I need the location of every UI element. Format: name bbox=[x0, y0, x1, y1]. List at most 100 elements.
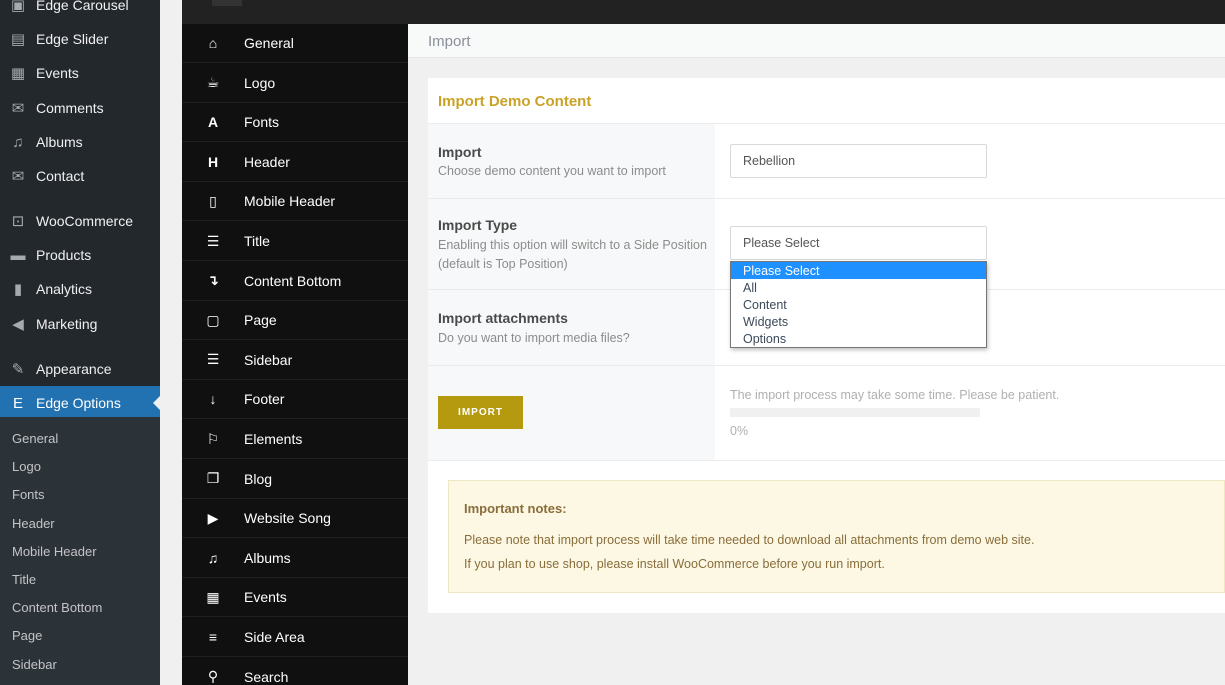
music-icon: ♫ bbox=[207, 549, 219, 566]
dropdown-option[interactable]: Options bbox=[731, 330, 986, 347]
edge-nav-label: Header bbox=[244, 153, 290, 170]
edge-nav-label: Title bbox=[244, 233, 270, 249]
wp-submenu-item[interactable]: Header bbox=[12, 516, 55, 531]
wp-menu-item[interactable]: ▣ Edge Carousel bbox=[0, 0, 160, 22]
dropdown-option[interactable]: All bbox=[731, 279, 986, 296]
edge-nav-label: Content Bottom bbox=[244, 272, 342, 289]
flag-icon: ⚐ bbox=[206, 430, 220, 447]
music-icon: ♫ bbox=[12, 133, 24, 151]
search-icon: ⚲ bbox=[207, 668, 219, 685]
wp-menu-label: Analytics bbox=[36, 281, 93, 297]
top-bar-tab[interactable] bbox=[212, 0, 242, 6]
import-type-select[interactable]: Please Select bbox=[730, 226, 987, 260]
wp-submenu-item[interactable]: Title bbox=[12, 572, 36, 587]
wp-menu-item[interactable]: ⊡ WooCommerce bbox=[0, 204, 160, 238]
edge-nav-item[interactable]: ↴ Content Bottom bbox=[182, 262, 408, 301]
dropdown-option[interactable]: Please Select bbox=[731, 262, 986, 279]
edge-nav-item[interactable]: ❐ Blog bbox=[182, 460, 408, 499]
calendar-icon: ▦ bbox=[10, 65, 26, 82]
edge-nav-item[interactable]: ☰ Sidebar bbox=[182, 341, 408, 380]
wp-menu-item[interactable]: ✉ Comments bbox=[0, 91, 160, 125]
import-type-desc: Enabling this option will switch to a Si… bbox=[438, 238, 707, 271]
edge-nav-item[interactable]: ▶ Website Song bbox=[182, 499, 408, 539]
edge-nav-label: Events bbox=[244, 589, 287, 606]
edge-nav-label: Blog bbox=[244, 470, 273, 487]
spacer bbox=[160, 0, 182, 685]
page-header: Import bbox=[408, 24, 1225, 58]
important-notes: Important notes: Please note that import… bbox=[448, 480, 1225, 593]
wp-menu-label: Appearance bbox=[36, 361, 112, 377]
edge-nav-label: Elements bbox=[244, 431, 303, 447]
wp-submenu-item[interactable]: Logo bbox=[12, 459, 41, 474]
wp-submenu: General Logo Fonts Header Mobile Header Title… bbox=[0, 417, 160, 685]
import-action-row: IMPORT The import process may take some … bbox=[428, 366, 1225, 461]
progress-percent: 0% bbox=[730, 424, 749, 438]
mail-icon: ✉ bbox=[11, 168, 25, 185]
import-label-col: Import Choose demo content you want to i… bbox=[428, 124, 715, 198]
edge-nav-item[interactable]: ≡ Side Area bbox=[182, 618, 408, 657]
main-content: Import Import Demo Content Import Choose… bbox=[408, 24, 1225, 685]
wp-menu-label: Albums bbox=[36, 134, 83, 150]
file-icon: ▢ bbox=[206, 311, 220, 328]
bars-icon: ≡ bbox=[208, 629, 218, 645]
edge-nav-item[interactable]: H Header bbox=[182, 143, 408, 182]
edge-nav-item[interactable]: A Fonts bbox=[182, 103, 408, 143]
edge-nav-label: Side Area bbox=[244, 629, 305, 645]
panel-title-text: Import Demo Content bbox=[438, 93, 592, 110]
attachments-desc: Do you want to import media files? bbox=[438, 331, 630, 345]
progress-text: The import process may take some time. P… bbox=[730, 388, 1060, 402]
wp-menu-item[interactable]: ♫ Albums bbox=[0, 125, 160, 159]
wp-submenu-item[interactable]: Fonts bbox=[12, 487, 45, 502]
header-icon: H bbox=[207, 153, 219, 170]
indent-icon: ☰ bbox=[206, 351, 220, 368]
wp-submenu-item[interactable]: General bbox=[12, 431, 58, 446]
play-circle-icon: ▶ bbox=[207, 509, 219, 526]
wp-menu-item[interactable]: ▤ Edge Slider bbox=[0, 22, 160, 56]
edge-nav-item[interactable]: ↓ Footer bbox=[182, 380, 408, 420]
wp-menu-item[interactable]: ✎ Appearance bbox=[0, 352, 160, 386]
demo-select[interactable]: Rebellion bbox=[730, 144, 987, 178]
edge-nav-label: Search bbox=[244, 668, 289, 685]
wp-menu-item[interactable]: ▦ Events bbox=[0, 56, 160, 90]
wp-menu-label: Marketing bbox=[36, 316, 98, 332]
wp-menu-item[interactable]: E Edge Options bbox=[0, 386, 160, 420]
progress-bar bbox=[730, 408, 980, 417]
woocommerce-icon: ⊡ bbox=[11, 213, 25, 230]
notes-title: Important notes: bbox=[464, 501, 567, 516]
wp-menu-label: Edge Carousel bbox=[36, 0, 129, 13]
edge-options-nav: ⌂ General ☕ Logo A Fonts H Header ▯ Mobile Header… bbox=[182, 24, 408, 685]
edge-nav-item[interactable]: ⚐ Elements bbox=[182, 420, 408, 459]
attachments-label-col: Import attachments Do you want to import… bbox=[428, 290, 715, 365]
dropdown-option[interactable]: Content bbox=[731, 296, 986, 313]
notes-line-2: If you plan to use shop, please install … bbox=[464, 557, 885, 571]
edge-nav-label: Logo bbox=[244, 74, 276, 91]
archive-icon: ▬ bbox=[10, 246, 26, 264]
wp-submenu-item[interactable]: Sidebar bbox=[12, 657, 57, 672]
level-down-icon: ↴ bbox=[207, 272, 219, 289]
wp-submenu-item[interactable]: Mobile Header bbox=[12, 544, 97, 559]
edge-nav-item[interactable]: ▯ Mobile Header bbox=[182, 182, 408, 222]
options-top-bar bbox=[182, 0, 1225, 24]
edge-nav-item[interactable]: ▢ Page bbox=[182, 301, 408, 341]
wp-submenu-item[interactable]: Page bbox=[12, 628, 42, 643]
edge-nav-label: Albums bbox=[244, 549, 291, 566]
dropdown-option[interactable]: Widgets bbox=[731, 313, 986, 330]
edge-nav-item[interactable]: ☰ Title bbox=[182, 222, 408, 261]
wp-menu-item[interactable]: ▮ Analytics bbox=[0, 272, 160, 306]
import-button[interactable]: IMPORT bbox=[438, 396, 523, 429]
edge-nav-item[interactable]: ⚲ Search bbox=[182, 658, 408, 685]
wp-submenu-item[interactable]: Content Bottom bbox=[12, 600, 102, 615]
paintbrush-icon: ✎ bbox=[11, 361, 25, 378]
bar-chart-icon: ▮ bbox=[13, 281, 23, 298]
edge-nav-item[interactable]: ♫ Albums bbox=[182, 539, 408, 578]
edge-nav-item[interactable]: ▦ Events bbox=[182, 578, 408, 618]
wp-menu-label: Edge Options bbox=[36, 395, 121, 411]
panel-title: Import Demo Content bbox=[428, 78, 1225, 124]
edge-nav-item[interactable]: ⌂ General bbox=[182, 24, 408, 63]
wp-menu-item[interactable]: ▬ Products bbox=[0, 238, 160, 272]
wp-menu-item[interactable]: ◀ Marketing bbox=[0, 307, 160, 341]
wp-menu-item[interactable]: ✉ Contact bbox=[0, 159, 160, 193]
import-type-dropdown[interactable]: Please Select All Content Widgets Options bbox=[730, 261, 987, 348]
bank-icon: ⌂ bbox=[208, 35, 218, 51]
edge-nav-item[interactable]: ☕ Logo bbox=[182, 64, 408, 103]
